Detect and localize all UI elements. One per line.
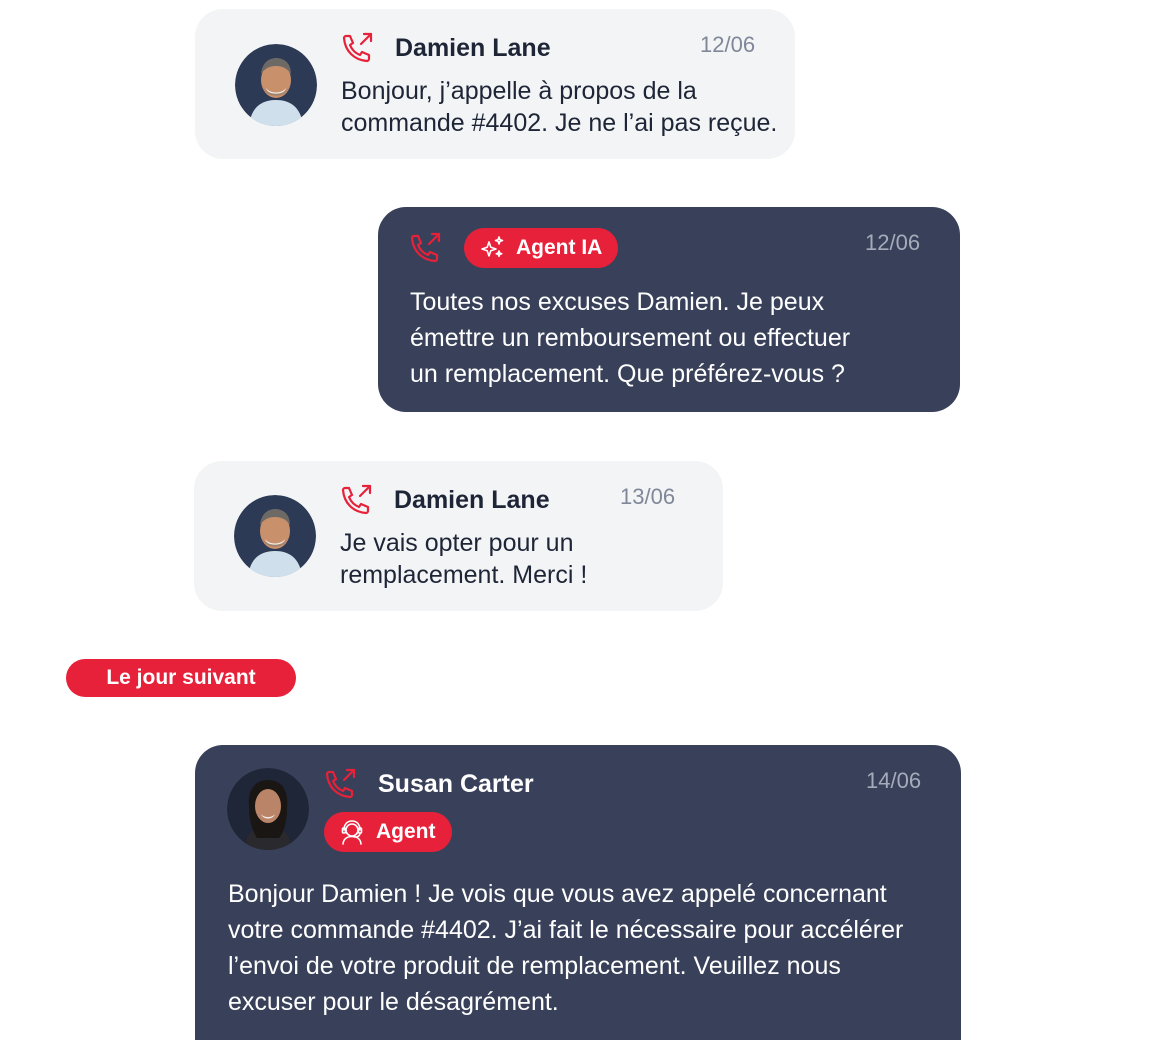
message-bubble-agent: Susan Carter 14/06 Agent Bonjour Damien … [195, 745, 961, 1040]
message-line: l’envoi de votre produit de remplacement… [228, 952, 841, 980]
message-line: Bonjour Damien ! Je vois que vous avez a… [228, 880, 887, 908]
day-divider-badge: Le jour suivant [66, 659, 296, 697]
message-line: Toutes nos excuses Damien. Je peux [410, 288, 825, 316]
avatar [234, 495, 316, 577]
message-bubble-customer: Damien Lane 12/06 Bonjour, j’appelle à p… [195, 9, 795, 159]
message-bubble-ai-agent: Agent IA 12/06 Toutes nos excuses Damien… [378, 207, 960, 412]
sender-name: Susan Carter [378, 770, 534, 798]
avatar [235, 44, 317, 126]
phone-call-outgoing-icon [338, 29, 376, 67]
message-text: Bonjour, j’appelle à propos de la comman… [341, 75, 781, 139]
badge-label: Agent IA [516, 236, 603, 259]
phone-call-outgoing-icon [321, 765, 359, 803]
phone-call-outgoing-icon [337, 481, 375, 519]
message-date: 13/06 [620, 484, 676, 509]
message-line: excuser pour le désagrément. [228, 988, 559, 1016]
message-line: commande #4402. Je ne l’ai pas reçue. [341, 109, 778, 137]
message-text: Toutes nos excuses Damien. Je peux émett… [410, 284, 940, 392]
message-line: votre commande #4402. J’ai fait le néces… [228, 916, 904, 944]
message-date: 14/06 [866, 768, 922, 793]
message-text: Je vais opter pour un remplacement. Merc… [340, 527, 710, 591]
phone-call-outgoing-icon [406, 229, 444, 267]
agent-badge: Agent [324, 812, 452, 852]
avatar [227, 768, 309, 850]
agent-ia-badge: Agent IA [464, 228, 619, 268]
message-date: 12/06 [700, 32, 756, 57]
sparkles-icon [478, 234, 506, 262]
message-line: émettre un remboursement ou effectuer [410, 324, 851, 352]
message-bubble-customer: Damien Lane 13/06 Je vais opter pour un … [194, 461, 723, 611]
message-date: 12/06 [865, 230, 921, 255]
headset-agent-icon [338, 818, 366, 846]
message-text: Bonjour Damien ! Je vois que vous avez a… [228, 876, 938, 1020]
badge-label: Agent [376, 820, 436, 843]
message-line: un remplacement. Que préférez-vous ? [410, 360, 845, 388]
message-line: remplacement. Merci ! [340, 561, 588, 589]
sender-name: Damien Lane [395, 34, 551, 62]
sender-name: Damien Lane [394, 486, 550, 514]
conversation-thread: Damien Lane 12/06 Bonjour, j’appelle à p… [0, 0, 1152, 1040]
message-line: Bonjour, j’appelle à propos de la [341, 77, 697, 105]
message-line: Je vais opter pour un [340, 529, 574, 557]
